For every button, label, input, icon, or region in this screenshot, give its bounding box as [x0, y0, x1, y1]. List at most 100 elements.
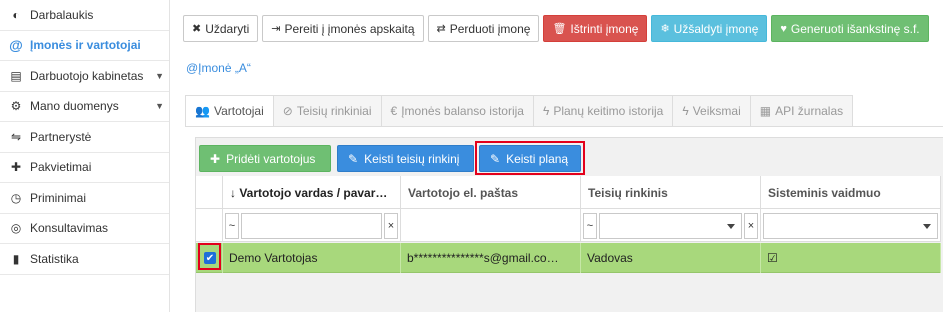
- tab-label: Teisių rinkiniai: [296, 104, 372, 118]
- tab-api-log[interactable]: ▦ API žurnalas: [750, 95, 854, 127]
- cogs-icon: ⚙: [10, 99, 22, 114]
- chevron-down-icon: ▼: [155, 70, 164, 81]
- add-users-label: Pridėti vartotojus: [226, 151, 316, 166]
- table-empty-area: [196, 274, 943, 312]
- name-filter: ~ ×: [223, 209, 401, 242]
- column-header-role[interactable]: Sisteminis vaidmuo: [761, 176, 941, 209]
- sidebar-item-label: Pakvietimai: [30, 160, 92, 175]
- ban-icon: ⊘: [282, 104, 293, 118]
- sidebar-item-label: Priminimai: [30, 190, 87, 205]
- goto-accounting-label: Pereiti į įmonės apskaitą: [284, 21, 415, 36]
- system-role-cell: ☑: [761, 243, 941, 273]
- checkbox-highlight-box: [198, 243, 221, 270]
- chevron-down-icon: ▼: [155, 101, 164, 112]
- tab-label: Planų keitimo istorija: [553, 104, 664, 118]
- tab-label: Veiksmai: [692, 104, 741, 118]
- close-button-label: Uždaryti: [205, 21, 250, 36]
- lifebuoy-icon: ◎: [10, 221, 22, 236]
- sidebar-item-dashboard[interactable]: ◐ Darbalaukis: [0, 0, 169, 31]
- table-row[interactable]: ✔ Demo Vartotojas b***************s@gmai…: [196, 243, 941, 273]
- select-column-header: [196, 176, 223, 209]
- id-card-icon: ▤: [10, 68, 22, 83]
- change-rights-label: Keisti teisių rinkinį: [364, 151, 460, 166]
- table-header-row: ↓ Vartotojo vardas / pavar… Vartotojo el…: [196, 176, 941, 209]
- filter-mode-button[interactable]: ~: [583, 212, 597, 239]
- tab-rights-sets[interactable]: ⊘ Teisių rinkiniai: [273, 95, 382, 127]
- sidebar-item-partnership[interactable]: ⇋ Partnerystė: [0, 122, 169, 153]
- sidebar-item-reminders[interactable]: ◷ Priminimai: [0, 183, 169, 214]
- clock-icon: ◷: [10, 190, 22, 205]
- snowflake-icon: ❄: [660, 23, 670, 35]
- rights-filter-select[interactable]: [599, 212, 742, 239]
- user-plus-icon: ✚: [10, 160, 22, 175]
- tab-actions[interactable]: ϟ Veiksmai: [673, 95, 751, 127]
- sidebar-item-statistics[interactable]: ▮ Statistika: [0, 244, 169, 275]
- filter-clear-button[interactable]: ×: [384, 212, 398, 239]
- company-name-link[interactable]: @Įmonė „A“: [186, 61, 251, 75]
- tab-users[interactable]: 👥 Vartotojai: [185, 95, 274, 127]
- role-filter-select[interactable]: [763, 212, 938, 239]
- sidebar-item-label: Statistika: [30, 251, 79, 266]
- add-users-button[interactable]: ✚ Pridėti vartotojus: [199, 145, 331, 172]
- tab-label: Įmonės balanso istorija: [401, 104, 524, 118]
- sidebar-item-label: Įmonės ir vartotojai: [30, 38, 141, 53]
- tab-label: API žurnalas: [775, 104, 844, 118]
- pencil-icon: ✎: [348, 151, 359, 166]
- euro-icon: €: [390, 104, 398, 118]
- sidebar-item-invitations[interactable]: ✚ Pakvietimai: [0, 153, 169, 183]
- company-toolbar: ✖ Uždaryti ⇥ Pereiti į įmonės apskaitą ⇄…: [183, 15, 929, 42]
- dashboard-icon: ◐: [12, 7, 20, 22]
- bolt-icon: ϟ: [542, 104, 550, 118]
- column-header-email[interactable]: Vartotojo el. paštas: [401, 176, 581, 209]
- generate-prepay-invoice-button[interactable]: ♥ Generuoti išankstinę s.f.: [771, 15, 929, 42]
- sign-in-icon: ⇥: [271, 23, 281, 35]
- plus-icon: ✚: [210, 151, 221, 166]
- filter-clear-button[interactable]: ×: [744, 212, 758, 239]
- tab-plan-change-history[interactable]: ϟ Planų keitimo istorija: [533, 95, 674, 127]
- sidebar-item-label: Darbuotojo kabinetas: [30, 68, 144, 83]
- close-button[interactable]: ✖ Uždaryti: [183, 15, 259, 42]
- sidebar-item-label: Mano duomenys: [30, 99, 119, 114]
- sidebar-item-companies-users[interactable]: @ Įmonės ir vartotojai: [0, 31, 169, 61]
- user-name-cell: Demo Vartotojas: [223, 243, 401, 273]
- sidebar-item-label: Konsultavimas: [30, 221, 109, 236]
- filter-mode-button[interactable]: ~: [225, 212, 239, 239]
- tab-label: Vartotojai: [213, 104, 264, 118]
- table-filter-row: ~ × ~ ×: [196, 209, 941, 242]
- highlight-box: [475, 141, 585, 175]
- transfer-company-label: Perduoti įmonę: [449, 21, 531, 36]
- name-filter-input[interactable]: [241, 212, 382, 239]
- user-email-cell: b***************s@gmail.co…: [401, 243, 581, 273]
- transfer-company-button[interactable]: ⇄ Perduoti įmonę: [427, 15, 540, 42]
- freeze-company-label: Užšaldyti įmonę: [673, 21, 759, 36]
- delete-company-button[interactable]: 🗑 Ištrinti įmonę: [543, 15, 648, 42]
- sidebar-item-label: Darbalaukis: [30, 7, 94, 22]
- filter-spacer: [196, 209, 223, 242]
- tab-bar: 👥 Vartotojai ⊘ Teisių rinkiniai € Įmonės…: [185, 95, 854, 127]
- at-icon: @: [9, 37, 23, 54]
- tab-divider: [185, 126, 943, 127]
- list-icon: ▦: [759, 104, 772, 118]
- close-icon: ✖: [192, 23, 202, 35]
- exchange-icon: ⇄: [436, 23, 446, 35]
- column-header-rights[interactable]: Teisių rinkinis: [581, 176, 761, 209]
- sidebar-item-consulting[interactable]: ◎ Konsultavimas: [0, 214, 169, 244]
- column-header-name[interactable]: ↓ Vartotojo vardas / pavar…: [223, 176, 401, 209]
- change-rights-button[interactable]: ✎ Keisti teisių rinkinį: [337, 145, 474, 172]
- heart-icon: ♥: [780, 22, 787, 35]
- user-rights-cell: Vadovas: [581, 243, 761, 273]
- email-filter: [401, 209, 581, 242]
- freeze-company-button[interactable]: ❄ Užšaldyti įmonę: [651, 15, 768, 42]
- goto-accounting-button[interactable]: ⇥ Pereiti į įmonės apskaitą: [262, 15, 424, 42]
- sidebar-item-employee-cabinet[interactable]: ▤ Darbuotojo kabinetas ▼: [0, 61, 169, 92]
- check-square-icon: ☑: [767, 251, 778, 265]
- generate-prepay-invoice-label: Generuoti išankstinę s.f.: [790, 21, 920, 36]
- users-icon: 👥: [195, 104, 210, 118]
- sidebar-item-label: Partnerystė: [30, 129, 92, 144]
- delete-company-label: Ištrinti įmonę: [570, 21, 639, 36]
- bar-chart-icon: ▮: [12, 251, 20, 266]
- trash-icon: 🗑: [552, 23, 567, 35]
- sidebar-item-my-data[interactable]: ⚙ Mano duomenys ▼: [0, 92, 169, 122]
- tab-balance-history[interactable]: € Įmonės balanso istorija: [381, 95, 534, 127]
- handshake-icon: ⇋: [10, 129, 22, 144]
